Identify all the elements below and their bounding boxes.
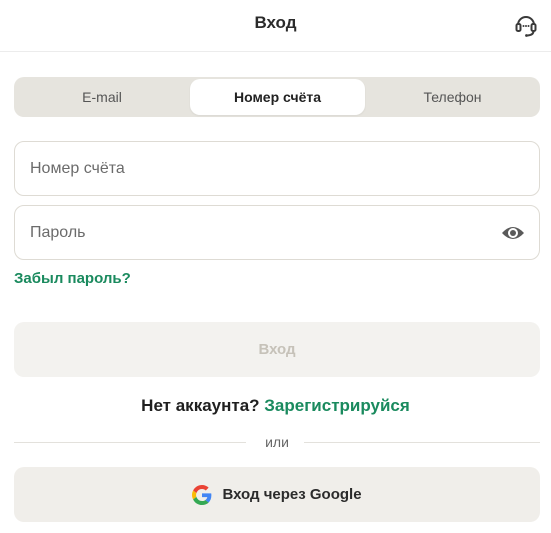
account-number-input[interactable] xyxy=(30,142,500,195)
tab-email[interactable]: E-mail xyxy=(14,77,190,117)
password-input[interactable] xyxy=(30,206,500,259)
header: Вход xyxy=(0,0,551,52)
google-button-content: Вход через Google xyxy=(14,467,540,522)
page-title: Вход xyxy=(254,13,297,32)
google-icon xyxy=(192,484,212,505)
divider-line-right xyxy=(304,442,540,443)
signup-row: Нет аккаунта? Зарегистрируйся xyxy=(0,396,551,416)
eye-icon[interactable] xyxy=(501,222,525,244)
forgot-password-link[interactable]: Забыл пароль? xyxy=(14,270,131,287)
tab-phone[interactable]: Телефон xyxy=(365,77,540,117)
account-number-field xyxy=(14,141,540,196)
google-signin-button[interactable]: Вход через Google xyxy=(14,467,540,522)
google-button-label: Вход через Google xyxy=(222,486,362,503)
login-button[interactable]: Вход xyxy=(14,322,540,377)
headset-icon[interactable] xyxy=(513,12,539,38)
password-field xyxy=(14,205,540,260)
login-method-tabs: E-mail Номер счёта Телефон xyxy=(14,77,540,117)
register-link[interactable]: Зарегистрируйся xyxy=(264,396,410,415)
or-divider: или xyxy=(14,432,540,452)
tab-account-number[interactable]: Номер счёта xyxy=(190,79,365,115)
signup-question: Нет аккаунта? xyxy=(141,396,260,415)
